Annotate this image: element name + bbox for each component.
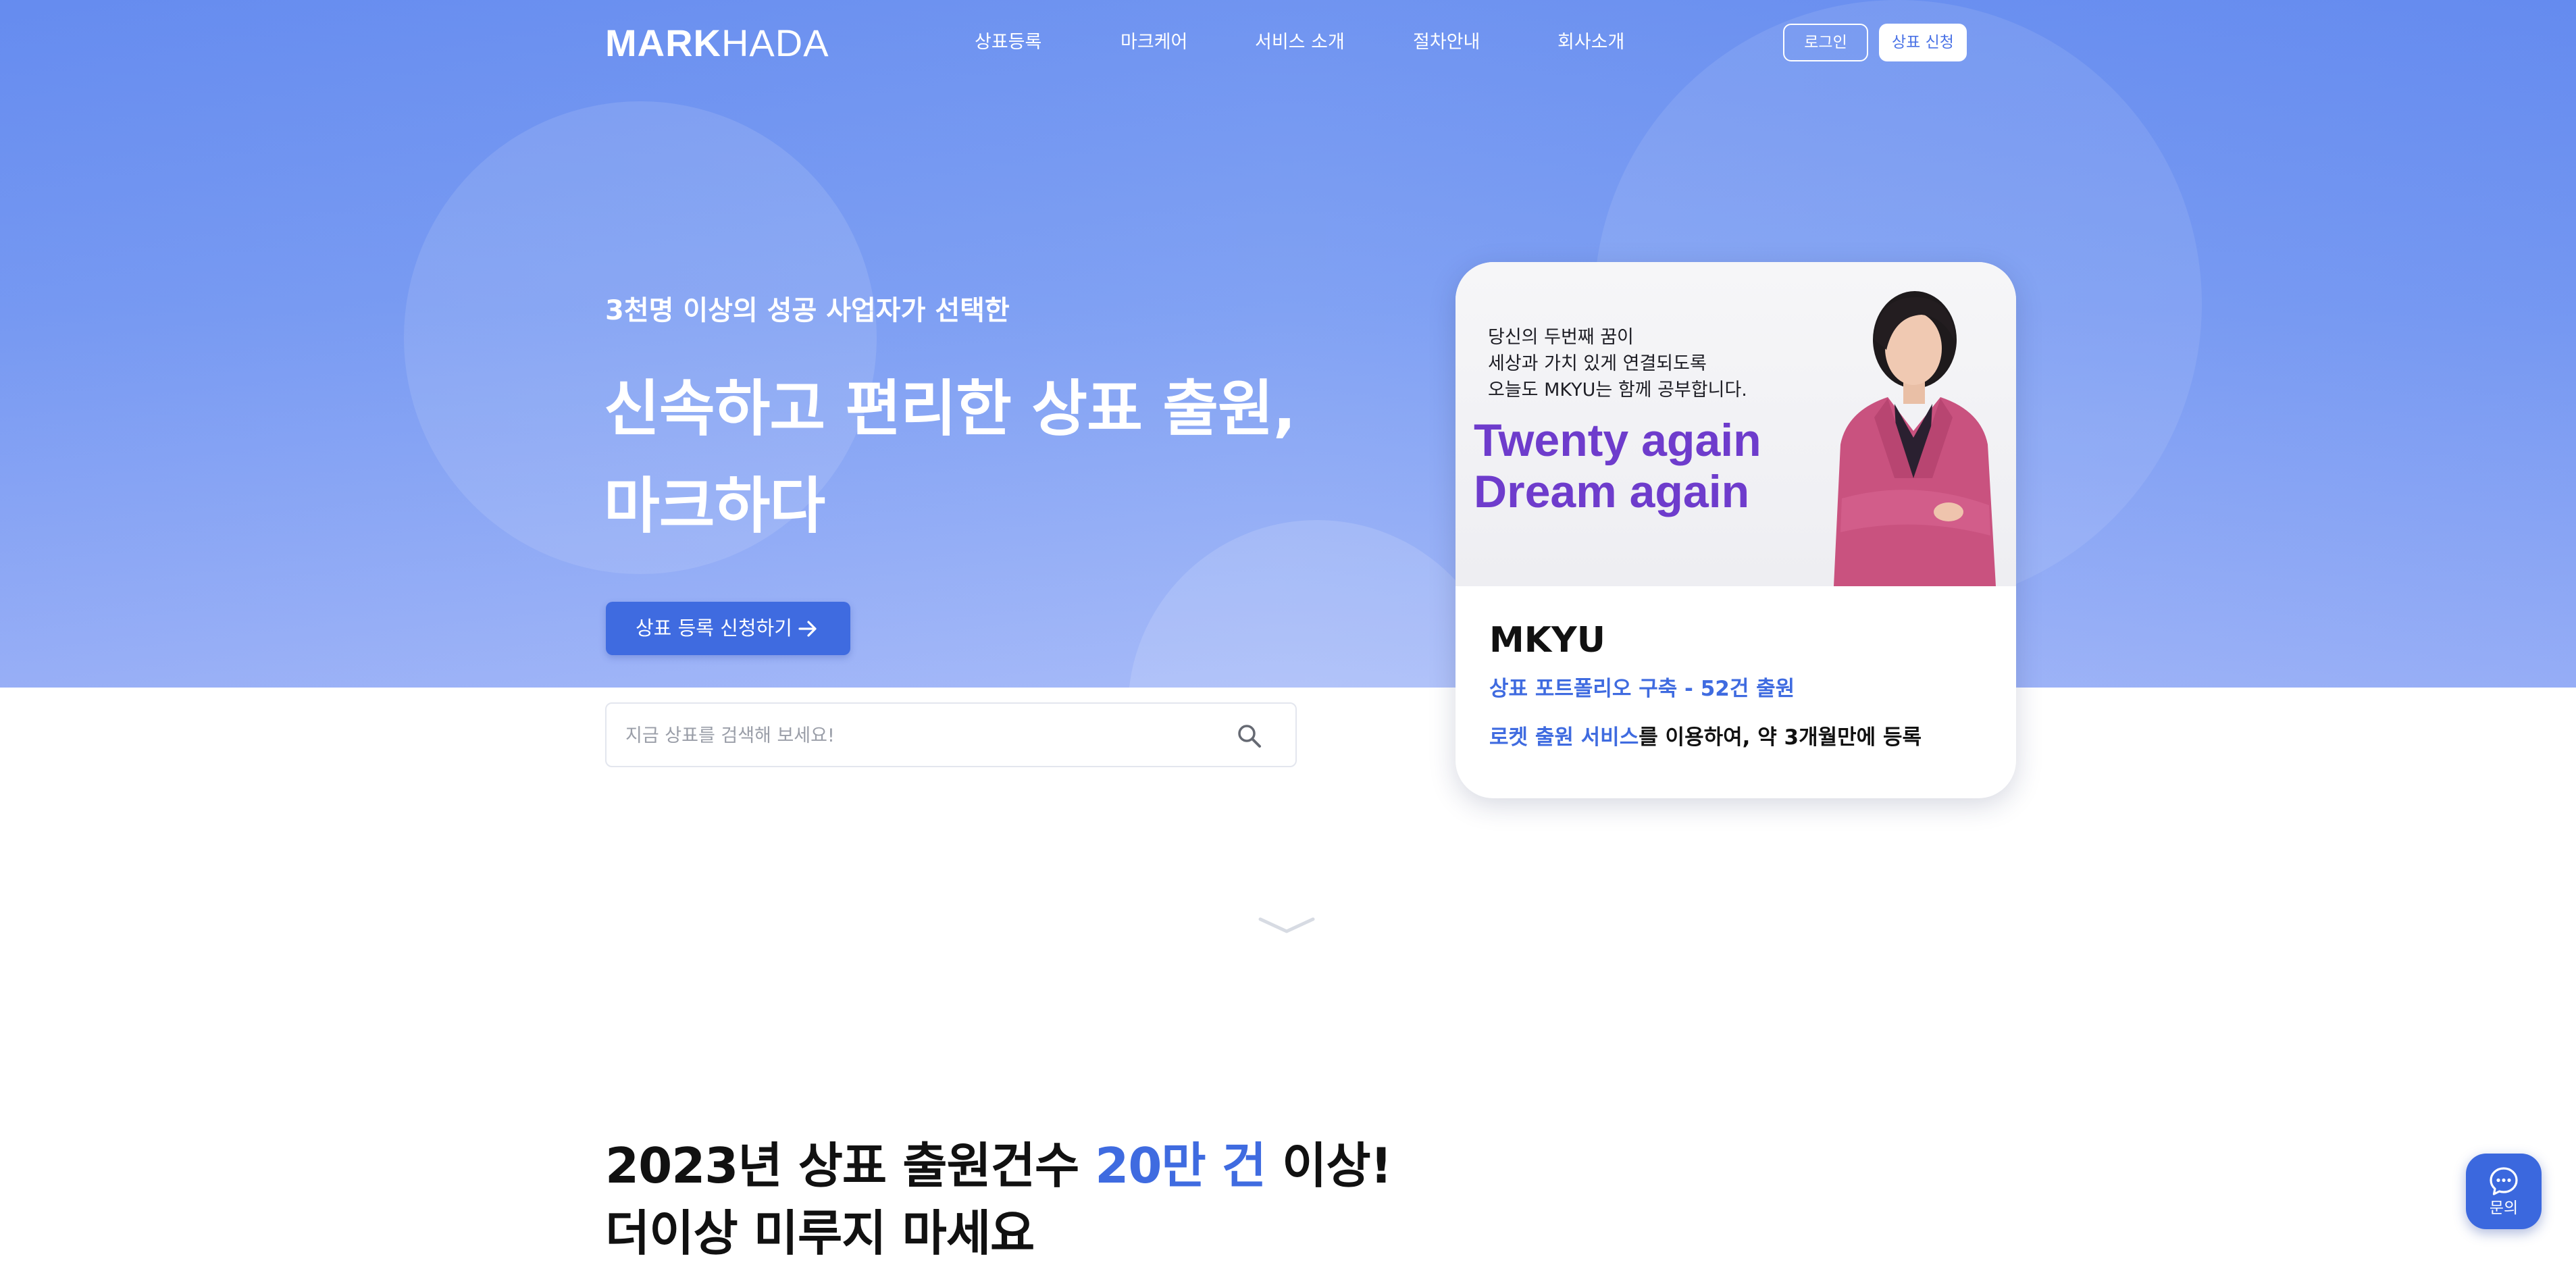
logo-mark: MARK [605, 22, 721, 64]
quote-line: 세상과 가치 있게 연결되도록 [1488, 353, 1707, 374]
testimonial-portfolio: 상표 포트폴리오 구축 - 52건 출원 [1489, 677, 1795, 701]
nav-item-trademark-registration[interactable]: 상표등록 [975, 27, 1041, 58]
stats-line1: 2023년 상표 출원건수 20만 건 이상! [605, 1132, 1392, 1199]
nav-item-markcare[interactable]: 마크케어 [1120, 27, 1187, 58]
banner-slogan: Twenty again Dream again [1474, 415, 1761, 517]
apply-trademark-button[interactable]: 상표 신청 [1879, 24, 1967, 61]
banner-quote: 당신의 두번째 꿈이 세상과 가치 있게 연결되도록 오늘도 MKYU는 함께 … [1488, 324, 1747, 403]
testimonial-banner: 당신의 두번째 꿈이 세상과 가치 있게 연결되도록 오늘도 MKYU는 함께 … [1456, 262, 2016, 586]
hero-title-line2: 마크하다 [604, 471, 825, 542]
cta-label: 상표 등록 신청하기 [636, 617, 792, 640]
search-input[interactable] [624, 704, 1221, 767]
slogan-line: Dream again [1474, 466, 1750, 517]
stats-count: 20만 건 [1095, 1137, 1266, 1194]
testimonial-card[interactable]: 당신의 두번째 꿈이 세상과 가치 있게 연결되도록 오늘도 MKYU는 함께 … [1456, 262, 2016, 798]
nav-item-company[interactable]: 회사소개 [1557, 27, 1624, 58]
apply-registration-button[interactable]: 상표 등록 신청하기 [606, 602, 850, 655]
testimonial-name: MKYU [1489, 620, 1605, 661]
stats-line2: 더이상 미루지 마세요 [605, 1205, 1035, 1262]
result-text: 를 이용하여, 약 3개월만에 등록 [1639, 725, 1922, 750]
hero-subtitle: 3천명 이상의 성공 사업자가 선택한 [605, 295, 1010, 326]
nav-item-procedure[interactable]: 절차안내 [1413, 27, 1480, 58]
stats-suffix: 이상! [1266, 1137, 1392, 1194]
logo[interactable]: MARKHADA [605, 20, 829, 66]
hero-title: 신속하고 편리한 상표 출원, 마크하다 [604, 361, 1296, 555]
slogan-line: Twenty again [1474, 415, 1761, 466]
nav-item-service-intro[interactable]: 서비스 소개 [1255, 27, 1345, 58]
arrow-right-icon [798, 621, 817, 637]
login-button[interactable]: 로그인 [1783, 24, 1868, 61]
trademark-search-box [605, 702, 1297, 767]
portrait-image [1834, 291, 1996, 586]
inquiry-chat-button[interactable]: 문의 [2466, 1154, 2542, 1229]
quote-line: 당신의 두번째 꿈이 [1488, 327, 1634, 348]
rocket-service-highlight: 로켓 출원 서비스 [1489, 725, 1639, 750]
chevron-down-icon[interactable] [1258, 915, 1316, 935]
stats-headline: 2023년 상표 출원건수 20만 건 이상! 더이상 미루지 마세요 [605, 1132, 1392, 1267]
testimonial-result: 로켓 출원 서비스를 이용하여, 약 3개월만에 등록 [1489, 723, 1922, 752]
search-icon[interactable] [1236, 723, 1263, 750]
chat-bubble-icon [2490, 1167, 2518, 1195]
quote-line: 오늘도 MKYU는 함께 공부합니다. [1488, 380, 1747, 400]
hero-title-line1: 신속하고 편리한 상표 출원, [604, 373, 1296, 444]
chat-label: 문의 [2489, 1199, 2519, 1217]
logo-hada: HADA [721, 22, 829, 64]
stats-prefix: 2023년 상표 출원건수 [605, 1137, 1096, 1194]
hero-shade [0, 0, 2576, 688]
hero-background [0, 0, 2576, 688]
